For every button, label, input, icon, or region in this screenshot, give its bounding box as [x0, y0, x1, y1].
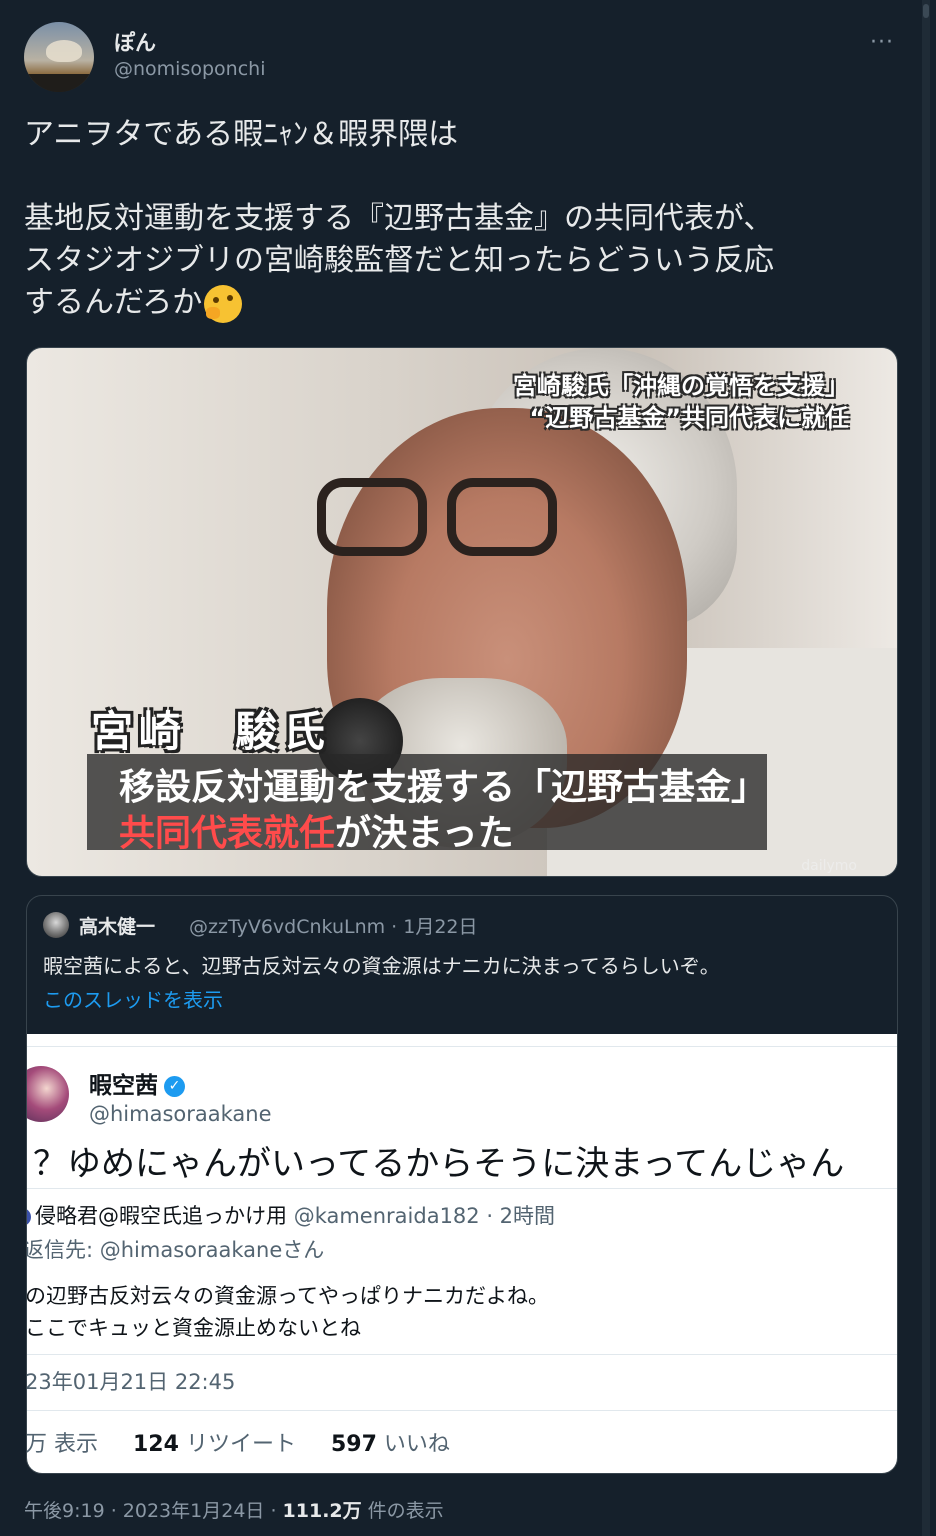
author-handle[interactable]: @nomisoponchi	[114, 58, 265, 80]
screenshot-retweet-count: 124	[133, 1432, 179, 1457]
quoted-screenshot-image[interactable]: 暇空茜 ✓ @himasoraakane ？ゆめにゃんがいってるからそうに決まって…	[27, 1034, 897, 1473]
screenshot-views: 万 表示	[26, 1432, 98, 1457]
screenshot-tweet-text: ？ゆめにゃんがいってるからそうに決まってんじゃん	[33, 1144, 845, 1184]
tweet-timestamp[interactable]: 午後9:19 · 2023年1月24日 ·	[24, 1500, 283, 1522]
caption-highlight: 共同代表就任	[119, 813, 336, 854]
screenshot-retweet-label: リツイート	[185, 1432, 296, 1457]
screenshot-timestamp: 23年01月21日 22:45	[26, 1370, 236, 1394]
caption-top-line: “辺野古基金”共同代表に就任	[529, 404, 849, 432]
tweet-line: スタジオジブリの宮崎駿監督だと知ったらどういう反応	[24, 243, 774, 278]
reply-avatar-icon	[27, 1208, 31, 1226]
image-caption-line2: 共同代表就任が決まった	[119, 804, 514, 856]
tweet-line: アニヲタである暇ﾆｬﾝ＆暇界隈は	[24, 117, 459, 152]
image-caption-line1: 移設反対運動を支援する「辺野古基金」	[119, 767, 768, 808]
tweet-line: 基地反対運動を支援する『辺野古基金』の共同代表が、	[24, 201, 774, 236]
caption-top-line: 宮崎駿氏「沖縄の覚悟を支援」	[513, 372, 849, 400]
image-caption-top: 宮崎駿氏「沖縄の覚悟を支援」 “辺野古基金”共同代表に就任	[513, 370, 849, 434]
scrollbar[interactable]	[922, 0, 930, 1536]
quoted-tweet-text: 暇空茜によると、辺野古反対云々の資金源はナニカに決まってるらしいぞ。	[43, 954, 720, 978]
thinking-face-icon	[204, 284, 243, 323]
screenshot-name-text: 暇空茜	[89, 1073, 158, 1099]
quoted-tweet[interactable]: 高木健一 @zzTyV6vdCnkuLnm · 1月22日 暇空茜によると、辺野…	[26, 895, 898, 1474]
quoted-author-avatar[interactable]	[43, 912, 69, 938]
quoted-tweet-header: 高木健一 @zzTyV6vdCnkuLnm · 1月22日	[43, 910, 883, 940]
tweet-line: するんだろか	[24, 282, 894, 324]
screenshot-like-count: 597	[330, 1432, 377, 1457]
scrollbar-thumb[interactable]	[923, 4, 929, 18]
show-thread-link[interactable]: このスレッドを表示	[43, 984, 223, 1013]
reply-meta: @kamenraida182 · 2時間	[293, 1204, 556, 1228]
author-avatar[interactable]	[24, 22, 94, 92]
screenshot-reply-body: の辺野古反対云々の資金源ってやっぱりナニカだよね。	[26, 1284, 549, 1308]
tweet-image[interactable]: 宮崎駿氏「沖縄の覚悟を支援」 “辺野古基金”共同代表に就任 宮崎 駿氏 移設反対…	[26, 347, 898, 877]
screenshot-author-name: 暇空茜 ✓	[89, 1066, 185, 1100]
tweet-line-text: するんだろか	[24, 285, 203, 320]
quoted-author-name[interactable]: 高木健一	[79, 912, 155, 939]
screenshot-author-handle: @himasoraakane	[89, 1102, 272, 1126]
tweet-text: アニヲタである暇ﾆｬﾝ＆暇界隈は 基地反対運動を支援する『辺野古基金』の共同代表…	[24, 114, 894, 324]
screenshot-reply-header: 侵略君@暇空氏追っかけ用 @kamenraida182 · 2時間	[27, 1200, 556, 1230]
screenshot-avatar	[27, 1066, 69, 1122]
screenshot-stats: 万 表示 124 リツイート 597 いいね	[26, 1426, 450, 1458]
screenshot-reply-to: 返信先: @himasoraakaneさん	[26, 1238, 325, 1262]
image-caption-name: 宮崎 駿氏	[91, 707, 332, 756]
image-watermark: dailymo	[801, 858, 857, 874]
verified-badge-icon: ✓	[164, 1076, 185, 1097]
screenshot-like-label: いいね	[383, 1432, 450, 1457]
view-count: 111.2万	[282, 1500, 362, 1522]
quoted-author-meta: @zzTyV6vdCnkuLnm · 1月22日	[189, 916, 478, 938]
reply-author-name: 侵略君@暇空氏追っかけ用	[35, 1204, 287, 1228]
tweet-footer: 午後9:19 · 2023年1月24日 · 111.2万 件の表示	[24, 1496, 444, 1523]
author-name[interactable]: ぽん	[114, 27, 156, 57]
view-count-label: 件の表示	[361, 1500, 444, 1522]
screenshot-reply-body: ここでキュッと資金源止めないとね	[26, 1316, 361, 1340]
more-options-icon[interactable]: ···	[870, 30, 894, 55]
tweet-header: ぽん @nomisoponchi ···	[24, 22, 904, 94]
caption-rest: が決まった	[335, 813, 514, 854]
